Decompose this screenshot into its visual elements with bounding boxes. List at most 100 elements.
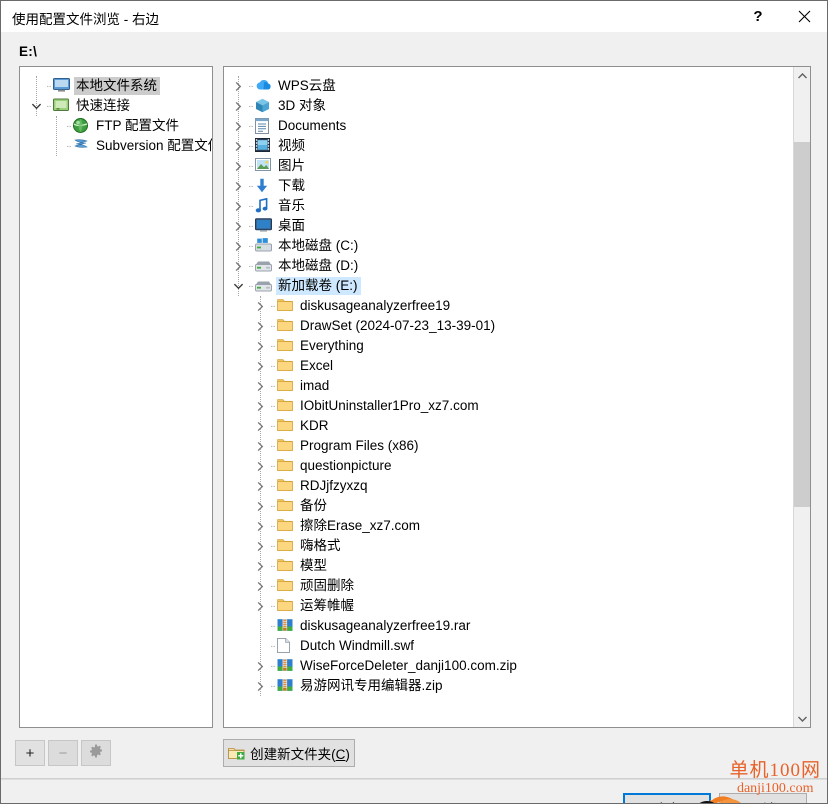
tree-item[interactable]: ·· 3D 对象: [224, 96, 810, 116]
file-browser-dialog: 使用配置文件浏览 - 右边 ? E:\ ·· 本地文件系统 ·· 快速连接 ·· FTP …: [0, 0, 828, 804]
profiles-tree[interactable]: ·· 本地文件系统 ·· 快速连接 ·· FTP 配置文件 ·· Subversion 配置文…: [20, 67, 212, 727]
folder-icon: [277, 498, 295, 514]
tree-item-label: 本地磁盘 (D:): [278, 258, 359, 273]
tree-item[interactable]: ·· diskusageanalyzerfree19: [224, 296, 810, 316]
create-new-folder-button[interactable]: 创建新文件夹(C): [223, 739, 355, 767]
tree-item-label: 新加载卷 (E:): [276, 277, 361, 295]
tree-item[interactable]: ·· 本地文件系统: [20, 76, 212, 96]
tree-item[interactable]: ·· WiseForceDeleter_danji100.com.zip: [224, 656, 810, 676]
tree-item[interactable]: ·· Excel: [224, 356, 810, 376]
tree-item[interactable]: ·· FTP 配置文件: [20, 116, 212, 136]
scroll-up-icon[interactable]: [794, 67, 810, 84]
tree-item-label: DrawSet (2024-07-23_13-39-01): [300, 318, 496, 333]
cloud-icon: [255, 78, 273, 94]
tree-item-label: 本地文件系统: [74, 77, 160, 95]
tree-connector: ··: [248, 220, 254, 232]
tree-item[interactable]: ·· KDR: [224, 416, 810, 436]
chevron-down-icon[interactable]: [230, 276, 246, 296]
tree-item[interactable]: ·· Subversion 配置文件: [20, 136, 212, 156]
tree-item[interactable]: ·· 视频: [224, 136, 810, 156]
tree-item[interactable]: ·· 新加载卷 (E:): [224, 276, 810, 296]
tree-connector: ··: [270, 500, 276, 512]
close-button[interactable]: [781, 1, 827, 31]
chevron-right-icon[interactable]: [230, 96, 246, 116]
add-profile-button[interactable]: +: [15, 740, 45, 766]
chevron-right-icon[interactable]: [230, 236, 246, 256]
chevron-right-icon[interactable]: [230, 196, 246, 216]
dialog-body: E:\ ·· 本地文件系统 ·· 快速连接 ·· FTP 配置文件 ·· Subversion…: [1, 32, 827, 803]
chevron-right-icon[interactable]: [230, 136, 246, 156]
tree-connector: ··: [270, 420, 276, 432]
tree-item[interactable]: ·· 备份: [224, 496, 810, 516]
chevron-right-icon[interactable]: [230, 156, 246, 176]
help-button[interactable]: ?: [735, 1, 781, 31]
tree-item[interactable]: ·· 本地磁盘 (D:): [224, 256, 810, 276]
chevron-right-icon[interactable]: [230, 76, 246, 96]
download-icon: [255, 178, 273, 194]
tree-item[interactable]: ·· 快速连接: [20, 96, 212, 116]
folder-icon: [277, 418, 295, 434]
folder-icon: [277, 438, 295, 454]
desktop-icon: [255, 218, 273, 234]
tree-item[interactable]: ·· 本地磁盘 (C:): [224, 236, 810, 256]
windows-drive-icon: [255, 238, 273, 254]
close-icon: [798, 10, 811, 23]
configure-profile-button[interactable]: [81, 740, 111, 766]
question-mark-icon: ?: [753, 7, 763, 25]
pictures-icon: [255, 158, 273, 174]
create-new-folder-label: 创建新文件夹(C): [250, 747, 350, 762]
tree-item-label: KDR: [300, 418, 329, 433]
tree-connector: ··: [270, 440, 276, 452]
tree-connector: ··: [270, 660, 276, 672]
scroll-down-icon[interactable]: [794, 710, 810, 727]
tree-item[interactable]: ·· IObitUninstaller1Pro_xz7.com: [224, 396, 810, 416]
folder-icon: [277, 598, 295, 614]
tree-item[interactable]: ·· 模型: [224, 556, 810, 576]
tree-item[interactable]: ·· 易游网讯专用编辑器.zip: [224, 676, 810, 696]
tree-item[interactable]: ·· Everything: [224, 336, 810, 356]
tree-item[interactable]: ·· 运筹帷幄: [224, 596, 810, 616]
tree-item[interactable]: ·· 嗨格式: [224, 536, 810, 556]
ok-button[interactable]: 确定: [623, 793, 711, 803]
tree-item[interactable]: ·· imad: [224, 376, 810, 396]
tree-item[interactable]: ·· RDJjfzyxzq: [224, 476, 810, 496]
cancel-button[interactable]: 取消: [719, 793, 807, 803]
tree-connector: ··: [66, 120, 72, 132]
tree-item[interactable]: ·· 下载: [224, 176, 810, 196]
tree-item[interactable]: ·· 图片: [224, 156, 810, 176]
tree-item[interactable]: ·· Documents: [224, 116, 810, 136]
globe-icon: [73, 118, 91, 134]
chevron-right-icon[interactable]: [230, 176, 246, 196]
chevron-right-icon[interactable]: [230, 116, 246, 136]
tree-item[interactable]: ·· questionpicture: [224, 456, 810, 476]
tree-item[interactable]: ·· Dutch Windmill.swf: [224, 636, 810, 656]
chevron-right-icon[interactable]: [230, 256, 246, 276]
tree-item[interactable]: ·· DrawSet (2024-07-23_13-39-01): [224, 316, 810, 336]
tree-guide-line: [260, 296, 262, 696]
tree-item[interactable]: ·· diskusageanalyzerfree19.rar: [224, 616, 810, 636]
tree-item-label: Documents: [278, 118, 347, 133]
tree-connector: ··: [270, 360, 276, 372]
tree-item[interactable]: ·· 音乐: [224, 196, 810, 216]
scrollbar-thumb[interactable]: [794, 142, 810, 507]
filesystem-tree[interactable]: ·· WPS云盘 ·· 3D 对象 ·· Documents ·· 视频 ·· 图片 ·· 下载 ·· 音…: [224, 67, 810, 727]
tree-connector: ··: [248, 200, 254, 212]
tree-item-label: WPS云盘: [278, 78, 336, 93]
tree-item[interactable]: ·· 擦除Erase_xz7.com: [224, 516, 810, 536]
tree-item[interactable]: ·· WPS云盘: [224, 76, 810, 96]
folder-icon: [277, 538, 295, 554]
chevron-down-icon[interactable]: [28, 96, 44, 116]
tree-connector: ··: [248, 280, 254, 292]
vertical-scrollbar[interactable]: [793, 67, 810, 727]
tree-item[interactable]: ·· 桌面: [224, 216, 810, 236]
remove-profile-button[interactable]: −: [48, 740, 78, 766]
tree-item-label: FTP 配置文件: [96, 118, 180, 133]
tree-item[interactable]: ·· Program Files (x86): [224, 436, 810, 456]
tree-item-label: Subversion 配置文件: [96, 138, 212, 153]
tree-item[interactable]: ·· 顽固删除: [224, 576, 810, 596]
tree-item-label: Dutch Windmill.swf: [300, 638, 415, 653]
tree-item-label: RDJjfzyxzq: [300, 478, 368, 493]
chevron-right-icon[interactable]: [230, 216, 246, 236]
window-title: 使用配置文件浏览 - 右边: [12, 12, 159, 27]
